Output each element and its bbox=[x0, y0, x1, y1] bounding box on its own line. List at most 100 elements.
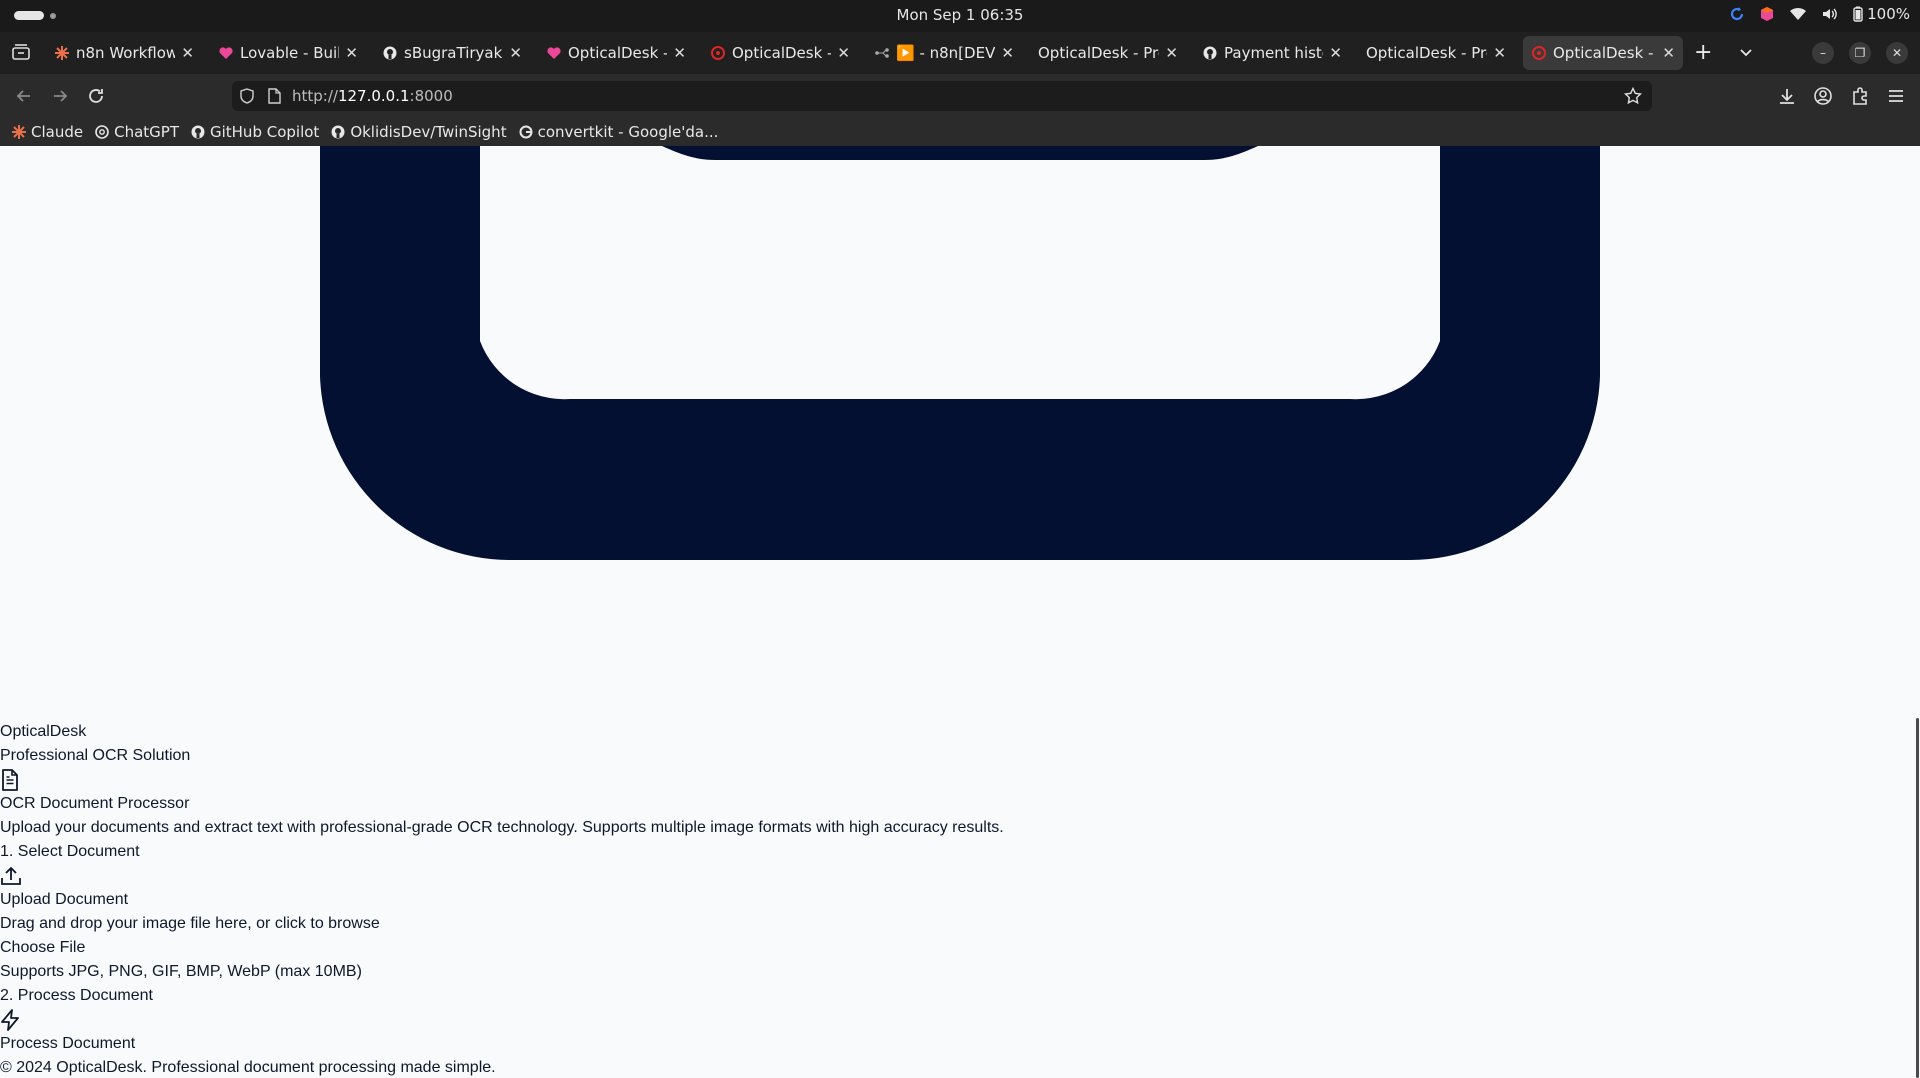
reload-icon[interactable] bbox=[86, 86, 106, 106]
page-heading: OCR Document Processor bbox=[0, 795, 190, 812]
oversized-document-icon bbox=[320, 146, 1600, 560]
close-icon[interactable]: ✕ bbox=[673, 44, 686, 62]
menu-icon[interactable] bbox=[1886, 86, 1906, 106]
choose-file-button[interactable]: Choose File bbox=[0, 936, 1004, 960]
lightning-icon bbox=[0, 1008, 1004, 1032]
github-icon bbox=[331, 125, 345, 139]
github-icon bbox=[382, 45, 398, 61]
bookmark-label: Claude bbox=[31, 123, 84, 141]
step-process-document: 2. Process Document bbox=[0, 987, 153, 1004]
browser-tab-bar: n8n Workflow H ✕ Lovable - Build f ✕ sBu… bbox=[0, 32, 1920, 74]
lovable-icon bbox=[218, 45, 234, 61]
downloads-icon[interactable] bbox=[1777, 86, 1797, 106]
extensions-icon[interactable] bbox=[1850, 86, 1870, 106]
claude-icon bbox=[12, 125, 26, 139]
n8n-flow-icon bbox=[874, 45, 890, 61]
bookmark-label: ChatGPT bbox=[114, 123, 179, 141]
tab-title: sBugraTiryaki/o bbox=[404, 44, 503, 62]
document-icon bbox=[0, 768, 1004, 792]
app-indicator-icon[interactable] bbox=[1759, 6, 1775, 22]
close-icon[interactable]: ✕ bbox=[509, 44, 522, 62]
footer-copyright: © 2024 OpticalDesk. Professional documen… bbox=[0, 1059, 496, 1076]
page-viewport: OpticalDesk Professional OCR Solution OC… bbox=[0, 146, 1920, 1078]
tab-opticaldesk-3[interactable]: OpticalDesk - Profe ✕ bbox=[1030, 36, 1186, 70]
page-description: Upload your documents and extract text w… bbox=[0, 819, 1004, 836]
back-icon[interactable] bbox=[14, 86, 34, 106]
tab-list-chevron-icon[interactable] bbox=[1738, 44, 1754, 60]
bookmark-star-icon[interactable] bbox=[1624, 87, 1642, 105]
close-icon[interactable]: ✕ bbox=[1493, 44, 1506, 62]
tab-title: OpticalDesk - Profe bbox=[1366, 44, 1487, 62]
minimize-button[interactable]: – bbox=[1812, 42, 1834, 64]
close-icon[interactable]: ✕ bbox=[1165, 44, 1178, 62]
upload-title: Upload Document bbox=[0, 891, 129, 908]
vertical-scrollbar[interactable] bbox=[1916, 718, 1919, 1078]
opticaldesk-icon bbox=[1531, 45, 1547, 61]
tab-title: OpticalDesk - Pr bbox=[732, 44, 831, 62]
tab-n8n-workflow[interactable]: n8n Workflow H ✕ bbox=[46, 36, 202, 70]
url-text[interactable]: http://127.0.0.1:8000 bbox=[292, 87, 453, 105]
close-icon[interactable]: ✕ bbox=[345, 44, 358, 62]
upload-icon[interactable] bbox=[0, 864, 1004, 888]
github-icon bbox=[191, 125, 205, 139]
bookmark-claude[interactable]: Claude bbox=[12, 123, 83, 141]
system-clock[interactable]: Mon Sep 1 06:35 bbox=[0, 6, 1920, 24]
page-content: OpticalDesk Professional OCR Solution OC… bbox=[0, 720, 1004, 1078]
chatgpt-icon bbox=[95, 125, 109, 139]
wifi-icon[interactable] bbox=[1789, 6, 1807, 22]
system-tray[interactable]: 100% bbox=[1729, 5, 1910, 23]
tab-title: OpticalDesk - Profe bbox=[1038, 44, 1159, 62]
forward-icon[interactable] bbox=[50, 86, 70, 106]
opticaldesk-icon bbox=[710, 45, 726, 61]
tab-lovable[interactable]: Lovable - Build f ✕ bbox=[210, 36, 366, 70]
tab-opticaldesk-active[interactable]: OpticalDesk - Pr ✕ bbox=[1523, 36, 1683, 70]
tab-title: n8n Workflow H bbox=[76, 44, 176, 62]
github-icon bbox=[1202, 45, 1218, 61]
bookmark-label: OklidisDev/TwinSight bbox=[350, 123, 507, 141]
close-icon[interactable]: ✕ bbox=[181, 44, 194, 62]
tab-opticaldesk-lovable[interactable]: OpticalDesk - Pr ✕ bbox=[538, 36, 694, 70]
upload-dropzone-hint[interactable]: Drag and drop your image file here, or c… bbox=[0, 912, 1004, 936]
restore-button[interactable]: ❐ bbox=[1849, 42, 1871, 64]
n8n-icon bbox=[54, 45, 70, 61]
brand-tagline: Professional OCR Solution bbox=[0, 747, 191, 764]
tab-title: Payment history bbox=[1224, 44, 1323, 62]
tab-title: OpticalDesk - Pr bbox=[1553, 44, 1656, 62]
bookmarks-bar: Claude ChatGPT GitHub Copilot OklidisDev… bbox=[0, 118, 1920, 146]
bookmark-twinsight[interactable]: OklidisDev/TwinSight bbox=[331, 123, 507, 141]
bookmark-label: convertkit - Google'da... bbox=[537, 123, 719, 141]
close-window-button[interactable]: ✕ bbox=[1886, 42, 1908, 64]
battery-percent: 100% bbox=[1867, 5, 1910, 23]
close-icon[interactable]: ✕ bbox=[1662, 44, 1675, 62]
tab-title: OpticalDesk - Pr bbox=[568, 44, 667, 62]
account-icon[interactable] bbox=[1813, 86, 1833, 106]
shield-icon[interactable] bbox=[240, 88, 254, 104]
bookmark-chatgpt[interactable]: ChatGPT bbox=[95, 123, 179, 141]
battery-icon[interactable] bbox=[1851, 6, 1865, 22]
tab-overview-icon[interactable] bbox=[10, 42, 32, 64]
page-info-icon[interactable] bbox=[268, 88, 281, 104]
volume-icon[interactable] bbox=[1821, 6, 1837, 22]
process-document-button[interactable]: Process Document bbox=[0, 1032, 1004, 1056]
tab-title: Lovable - Build f bbox=[240, 44, 340, 62]
sync-icon[interactable] bbox=[1729, 6, 1745, 22]
address-bar[interactable]: http://127.0.0.1:8000 bbox=[232, 81, 1652, 111]
system-top-bar: Mon Sep 1 06:35 100% bbox=[0, 0, 1920, 32]
tab-opticaldesk-4[interactable]: OpticalDesk - Profe ✕ bbox=[1358, 36, 1514, 70]
brand-name: OpticalDesk bbox=[0, 723, 87, 740]
bookmark-github-copilot[interactable]: GitHub Copilot bbox=[191, 123, 319, 141]
navigation-bar: http://127.0.0.1:8000 bbox=[0, 74, 1920, 118]
tab-payment-history[interactable]: Payment history ✕ bbox=[1194, 36, 1350, 70]
close-icon[interactable]: ✕ bbox=[1329, 44, 1342, 62]
new-tab-button[interactable]: + bbox=[1694, 42, 1712, 64]
close-icon[interactable]: ✕ bbox=[837, 44, 850, 62]
tab-title: ▶️ - n8n[DEV] bbox=[896, 44, 996, 62]
tab-opticaldesk-2[interactable]: OpticalDesk - Pr ✕ bbox=[702, 36, 858, 70]
bookmark-label: GitHub Copilot bbox=[209, 123, 320, 141]
tab-n8n-dev[interactable]: ▶️ - n8n[DEV] ✕ bbox=[866, 36, 1022, 70]
supported-formats: Supports JPG, PNG, GIF, BMP, WebP (max 1… bbox=[0, 963, 362, 980]
close-icon[interactable]: ✕ bbox=[1001, 44, 1014, 62]
bookmark-convertkit[interactable]: convertkit - Google'da... bbox=[519, 123, 719, 141]
google-icon bbox=[519, 125, 533, 139]
tab-github-repo[interactable]: sBugraTiryaki/o ✕ bbox=[374, 36, 530, 70]
